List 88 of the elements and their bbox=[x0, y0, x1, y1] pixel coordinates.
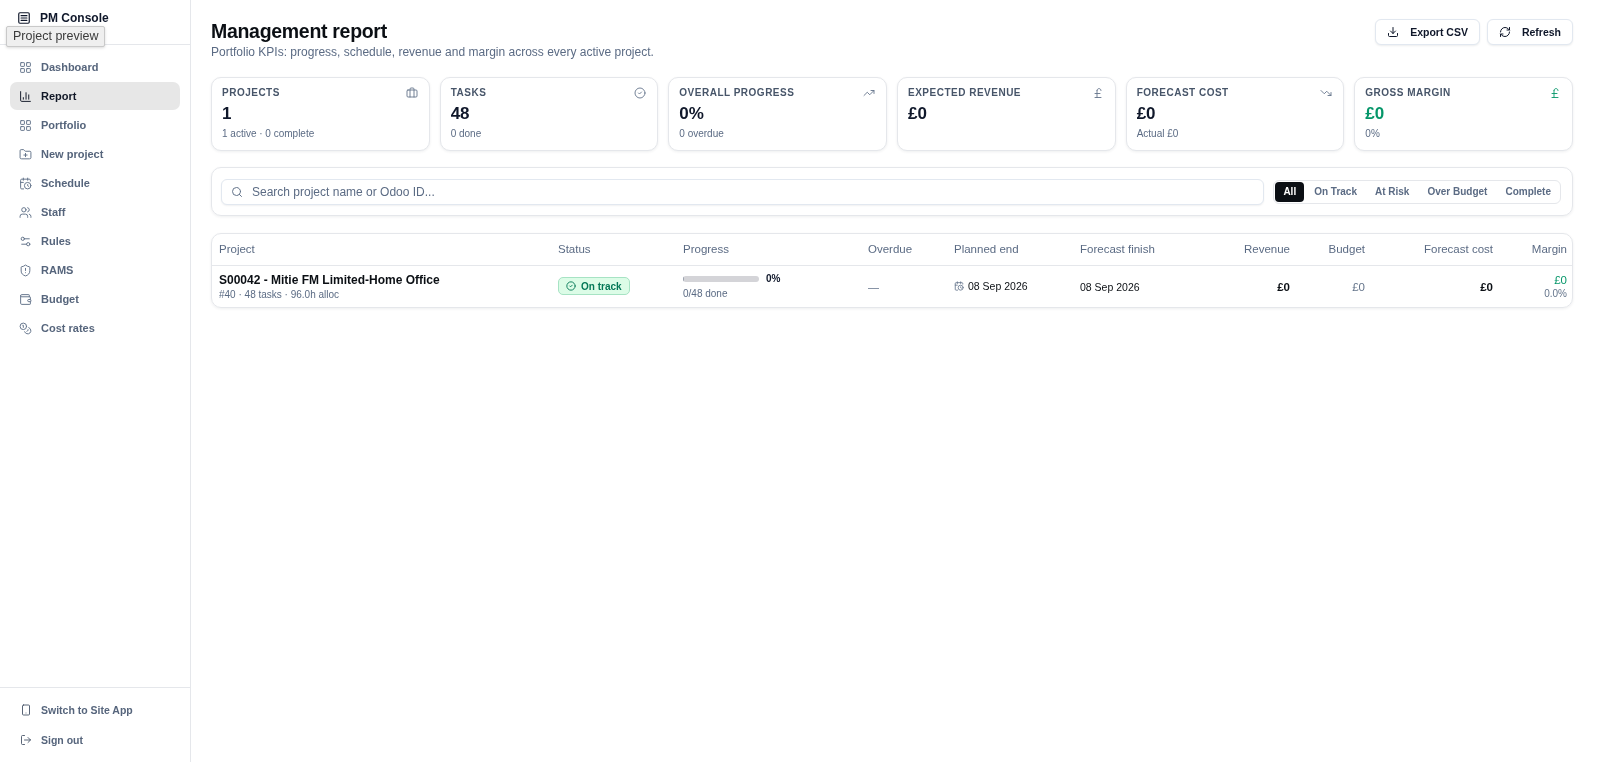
folder-plus-icon bbox=[19, 147, 32, 161]
progress-percent: 0% bbox=[766, 272, 781, 285]
logout-icon bbox=[20, 734, 32, 746]
column-header: Revenue bbox=[1201, 234, 1297, 265]
column-header: Margin bbox=[1500, 234, 1572, 265]
export-button[interactable]: Export CSV bbox=[1375, 19, 1480, 45]
kpi-label: TASKS bbox=[450, 87, 487, 99]
filter-tab[interactable]: Over Budget bbox=[1419, 181, 1496, 202]
progress-count: 0/48 done bbox=[683, 287, 728, 300]
kpi-value: 48 bbox=[450, 103, 470, 125]
money-value: £0 bbox=[1480, 281, 1493, 294]
grid-icon bbox=[19, 60, 32, 74]
nav-item[interactable]: Rules bbox=[10, 227, 180, 255]
nav-item[interactable]: Report bbox=[10, 82, 180, 110]
column-header: Project bbox=[212, 234, 551, 265]
project-meta: #40 · 48 tasks · 96.0h alloc bbox=[219, 287, 340, 301]
kpi-value: 1 bbox=[222, 103, 232, 125]
search-icon bbox=[231, 185, 243, 198]
overdue-value: — bbox=[868, 281, 879, 294]
footer-link[interactable]: Sign out bbox=[10, 726, 93, 754]
kpi-value: £0 bbox=[1365, 103, 1385, 125]
shield-alert-icon bbox=[19, 263, 32, 277]
nav-item[interactable]: Dashboard bbox=[10, 53, 180, 81]
nav-item[interactable]: Staff bbox=[10, 198, 180, 226]
margin-percent: 0.0% bbox=[1544, 286, 1567, 300]
page-title: Management report bbox=[211, 19, 387, 44]
grid-icon bbox=[19, 118, 32, 132]
kpi-label: OVERALL PROGRESS bbox=[679, 87, 795, 99]
wallet-icon bbox=[19, 292, 32, 306]
nav-item[interactable]: Portfolio bbox=[10, 111, 180, 139]
kpi-label: FORECAST COST bbox=[1136, 87, 1229, 99]
date-text: 08 Sep 2026 bbox=[1080, 281, 1140, 294]
trend-up-icon bbox=[863, 87, 875, 99]
users-icon bbox=[19, 205, 32, 219]
nav-item[interactable]: Budget bbox=[10, 285, 180, 313]
kpi-note: 0 overdue bbox=[679, 127, 724, 141]
download-icon bbox=[1387, 26, 1400, 38]
kpi-label: GROSS MARGIN bbox=[1365, 87, 1451, 99]
app-name: PM Console bbox=[40, 10, 109, 26]
search-field[interactable]: Search project name or Odoo ID... bbox=[221, 178, 1265, 205]
kpi-note: 0% bbox=[1365, 127, 1380, 141]
kpi-value: £0 bbox=[908, 103, 927, 125]
sliders-icon bbox=[19, 234, 32, 248]
footer-link[interactable]: Switch to Site App bbox=[10, 696, 143, 724]
list-square-icon bbox=[17, 11, 31, 25]
calendar-clock-icon bbox=[19, 176, 32, 190]
nav-item[interactable]: Cost rates bbox=[10, 314, 180, 342]
nav-item[interactable]: RAMS bbox=[10, 256, 180, 284]
kpi-note: 1 active · 0 complete bbox=[222, 127, 315, 141]
column-header: Planned end bbox=[947, 234, 1073, 265]
refresh-button[interactable]: Refresh bbox=[1486, 19, 1573, 45]
filter-tab[interactable]: All bbox=[1275, 181, 1305, 202]
date-text: 08 Sep 2026 bbox=[968, 280, 1028, 293]
page-subtitle: Portfolio KPIs: progress, schedule, revenue and margin across every active project. bbox=[211, 44, 654, 60]
kpi-label: PROJECTS bbox=[222, 87, 280, 99]
pound-icon bbox=[1549, 87, 1561, 99]
status-label: On track bbox=[581, 280, 622, 292]
margin-value: £0 bbox=[1554, 272, 1567, 287]
project-name: S00042 - Mitie FM Limited-Home Office bbox=[219, 271, 440, 288]
column-header: Budget bbox=[1297, 234, 1372, 265]
trend-down-icon bbox=[1320, 87, 1333, 99]
nav-item[interactable]: Schedule bbox=[10, 169, 180, 197]
column-header: Forecast cost bbox=[1372, 234, 1500, 265]
check-circle-icon bbox=[566, 281, 576, 292]
filter-tab[interactable]: On Track bbox=[1306, 181, 1365, 202]
briefcase-icon bbox=[405, 87, 418, 99]
nav-item[interactable]: New project bbox=[10, 140, 180, 168]
phone-icon bbox=[20, 704, 32, 716]
tooltip: Project preview bbox=[6, 26, 106, 47]
calendar-clock-icon bbox=[954, 281, 964, 292]
kpi-note: 0 done bbox=[450, 127, 482, 141]
refresh-icon bbox=[1498, 26, 1511, 38]
kpi-value: £0 bbox=[1136, 103, 1156, 125]
kpi-value: 0% bbox=[679, 103, 704, 125]
money-value: £0 bbox=[1277, 281, 1290, 294]
filter-tab[interactable]: Complete bbox=[1497, 181, 1559, 202]
column-header: Progress bbox=[676, 234, 861, 265]
column-header: Forecast finish bbox=[1073, 234, 1201, 265]
coins-icon bbox=[19, 321, 32, 335]
money-value: £0 bbox=[1352, 281, 1365, 294]
column-header: Status bbox=[551, 234, 676, 265]
check-circle-icon bbox=[634, 87, 647, 99]
pound-icon bbox=[1091, 87, 1104, 99]
column-header: Overdue bbox=[861, 234, 947, 265]
bar-chart-icon bbox=[19, 89, 32, 103]
filter-tab[interactable]: At Risk bbox=[1366, 181, 1418, 202]
kpi-label: EXPECTED REVENUE bbox=[908, 87, 1022, 99]
kpi-note: Actual £0 bbox=[1136, 127, 1179, 141]
